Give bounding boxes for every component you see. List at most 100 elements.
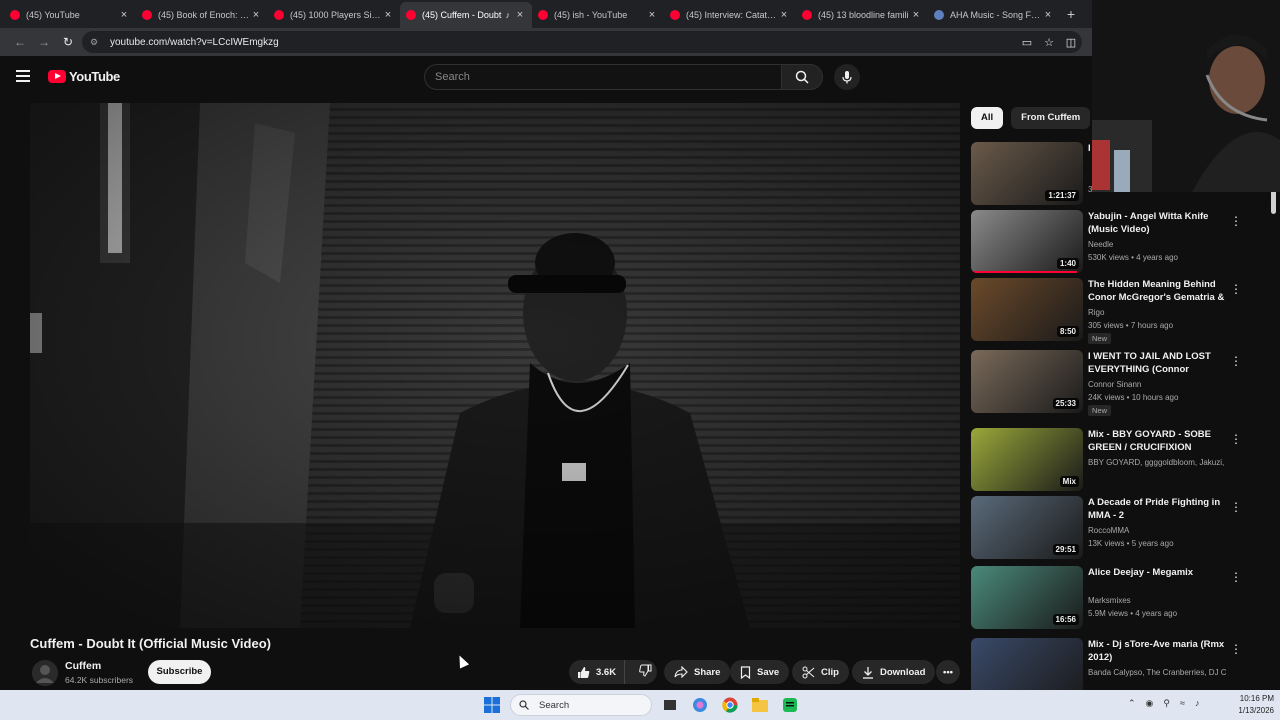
save-button[interactable]: Save xyxy=(730,660,790,684)
recommendation-title[interactable]: I WENT TO JAIL AND LOST EVERYTHING (Conn… xyxy=(1088,350,1226,377)
site-info-icon[interactable]: ⚙ xyxy=(90,37,104,48)
recommendation-title[interactable]: Mix - BBY GOYARD - SOBE GREEN / CRUCIFIX… xyxy=(1088,428,1226,455)
recommendation-item[interactable]: 29:51 A Decade of Pride Fighting in MMA -… xyxy=(971,496,1243,560)
more-options-icon[interactable]: ⋮ xyxy=(1230,500,1242,514)
chip-all[interactable]: All xyxy=(971,107,1004,129)
video-thumbnail[interactable]: 29:51 xyxy=(971,496,1083,559)
youtube-logo[interactable]: YouTube xyxy=(48,69,120,84)
more-options-icon[interactable]: ⋮ xyxy=(1230,642,1242,656)
page-scrollbar[interactable] xyxy=(1271,190,1276,214)
more-options-icon[interactable]: ⋮ xyxy=(1230,354,1242,368)
youtube-favicon-icon xyxy=(670,10,680,20)
like-button[interactable]: 3.6K xyxy=(569,660,626,684)
task-view-icon[interactable] xyxy=(660,695,680,715)
browser-tab[interactable]: (45) Book of Enoch: the × xyxy=(136,2,268,28)
search-button[interactable] xyxy=(781,64,823,90)
recommendation-channel[interactable]: RoccoMMA xyxy=(1088,526,1226,535)
more-options-icon[interactable]: ⋮ xyxy=(1230,214,1242,228)
download-button[interactable]: Download xyxy=(852,660,936,684)
tab-close-icon[interactable]: × xyxy=(250,9,262,21)
menu-icon[interactable] xyxy=(16,70,30,85)
recommendation-channel[interactable]: Connor Sinann xyxy=(1088,380,1226,389)
youtube-favicon-icon xyxy=(538,10,548,20)
recommendation-title[interactable]: A Decade of Pride Fighting in MMA - 2 xyxy=(1088,496,1226,522)
video-thumbnail[interactable]: 8:50 xyxy=(971,278,1083,341)
search-input[interactable]: Search xyxy=(424,64,782,90)
back-icon[interactable]: ← xyxy=(8,35,32,49)
reload-icon[interactable]: ↻ xyxy=(56,35,80,49)
network-status-icon[interactable]: ◉ xyxy=(1146,698,1154,709)
browser-tab[interactable]: (45) YouTube × xyxy=(4,2,136,28)
video-thumbnail[interactable]: 16:56 xyxy=(971,566,1083,629)
new-badge: New xyxy=(1088,405,1112,416)
browser-tab[interactable]: (45) ish - YouTube × xyxy=(532,2,664,28)
video-thumbnail[interactable]: Mix xyxy=(971,428,1083,491)
spotify-icon[interactable] xyxy=(780,695,800,715)
tab-close-icon[interactable]: × xyxy=(118,9,130,21)
voice-search-button[interactable] xyxy=(834,64,860,90)
like-dislike-group: 3.6K xyxy=(569,660,657,684)
recommendation-item[interactable]: 16:56 Alice Deejay - Megamix Marksmixes 5.9… xyxy=(971,566,1243,630)
browser-tab[interactable]: AHA Music - Song Finder × xyxy=(928,2,1060,28)
browser-tab[interactable]: (45) 1000 Players Simula × xyxy=(268,2,400,28)
chrome-icon[interactable] xyxy=(720,695,740,715)
tab-close-icon[interactable]: × xyxy=(514,9,526,21)
address-bar[interactable]: ⚙ youtube.com/watch?v=LCcIWEmgkzg ▭ ☆ ◫ xyxy=(82,31,1082,53)
tab-close-icon[interactable]: × xyxy=(1042,9,1054,21)
recommendation-title[interactable]: The Hidden Meaning Behind Conor McGregor… xyxy=(1088,278,1226,305)
clip-button[interactable]: Clip xyxy=(792,660,849,684)
channel-name[interactable]: Cuffem xyxy=(65,660,101,672)
forward-icon[interactable]: → xyxy=(32,35,56,49)
extensions-icon[interactable]: ◫ xyxy=(1060,36,1082,49)
video-thumbnail[interactable]: 25:33 xyxy=(971,350,1083,413)
tab-close-icon[interactable]: × xyxy=(646,9,658,21)
tab-close-icon[interactable]: × xyxy=(778,9,790,21)
browser-tab[interactable]: (45) Interview: Catatonic × xyxy=(664,2,796,28)
tab-close-icon[interactable]: × xyxy=(910,9,922,21)
url-text[interactable]: youtube.com/watch?v=LCcIWEmgkzg xyxy=(110,37,1016,48)
file-explorer-icon[interactable] xyxy=(750,695,770,715)
windows-start-icon[interactable] xyxy=(482,695,502,715)
tab-audio-icon[interactable]: ♪ xyxy=(506,10,511,20)
recommendation-channel[interactable]: Needle xyxy=(1088,240,1226,249)
recommendation-channel[interactable]: Banda Calypso, The Cranberries, DJ Cillo… xyxy=(1088,668,1226,677)
recommendation-channel[interactable]: BBY GOYARD, ggggoldbloom, Jakuzi, an... xyxy=(1088,458,1226,467)
taskbar-search[interactable]: Search xyxy=(510,694,652,716)
recommendation-item[interactable]: 25:33 I WENT TO JAIL AND LOST EVERYTHING … xyxy=(971,350,1243,416)
share-button[interactable]: Share xyxy=(664,660,731,684)
taskbar-clock[interactable]: 10:16 PM 1/13/2026 xyxy=(1222,693,1274,717)
more-actions-button[interactable]: ••• xyxy=(936,660,960,684)
tab-close-icon[interactable]: × xyxy=(382,9,394,21)
recommendation-title[interactable]: Yabujin - Angel Witta Knife (Music Video… xyxy=(1088,210,1226,236)
recommendation-item[interactable]: 1:40 Yabujin - Angel Witta Knife (Music V… xyxy=(971,210,1243,274)
recommendation-channel[interactable]: Marksmixes xyxy=(1088,596,1226,605)
location-icon[interactable]: ⚲ xyxy=(1163,698,1170,709)
subscribe-button[interactable]: Subscribe xyxy=(148,660,211,684)
recommendation-title[interactable]: Mix - Dj sTore-Ave maria (Rmx 2012) xyxy=(1088,638,1226,664)
bookmark-star-icon[interactable]: ☆ xyxy=(1038,36,1060,49)
recommendation-meta: 530K views • 4 years ago xyxy=(1088,253,1178,262)
chip-from-channel[interactable]: From Cuffem xyxy=(1011,107,1091,129)
recommendation-channel[interactable]: Rigo xyxy=(1088,308,1226,317)
wifi-icon[interactable]: ≈ xyxy=(1180,698,1185,709)
browser-tab[interactable]: (45) Cuffem - Doubt ♪ × xyxy=(400,2,532,28)
more-options-icon[interactable]: ⋮ xyxy=(1230,282,1242,296)
video-player[interactable] xyxy=(30,103,960,628)
volume-icon[interactable]: ♪ xyxy=(1195,698,1200,709)
dislike-button[interactable] xyxy=(631,664,660,680)
recommendation-item[interactable]: Mix Mix - BBY GOYARD - SOBE GREEN / CRUCI… xyxy=(971,428,1243,492)
recommendation-title[interactable]: Alice Deejay - Megamix xyxy=(1088,566,1226,579)
clip-label: Clip xyxy=(821,666,839,678)
more-options-icon[interactable]: ⋮ xyxy=(1230,432,1242,446)
video-thumbnail[interactable]: 1:40 xyxy=(971,210,1083,273)
new-tab-button[interactable]: + xyxy=(1060,6,1082,22)
tray-overflow-icon[interactable]: ⌃ xyxy=(1128,698,1136,709)
install-app-icon[interactable]: ▭ xyxy=(1016,36,1038,49)
more-options-icon[interactable]: ⋮ xyxy=(1230,570,1242,584)
recommendation-item[interactable]: 8:50 The Hidden Meaning Behind Conor McGr… xyxy=(971,278,1243,344)
channel-avatar[interactable] xyxy=(32,660,58,686)
browser-tab[interactable]: (45) 13 bloodline famili × xyxy=(796,2,928,28)
copilot-icon[interactable] xyxy=(690,695,710,715)
video-thumbnail[interactable]: 1:21:37 xyxy=(971,142,1083,205)
youtube-favicon-icon xyxy=(406,10,416,20)
